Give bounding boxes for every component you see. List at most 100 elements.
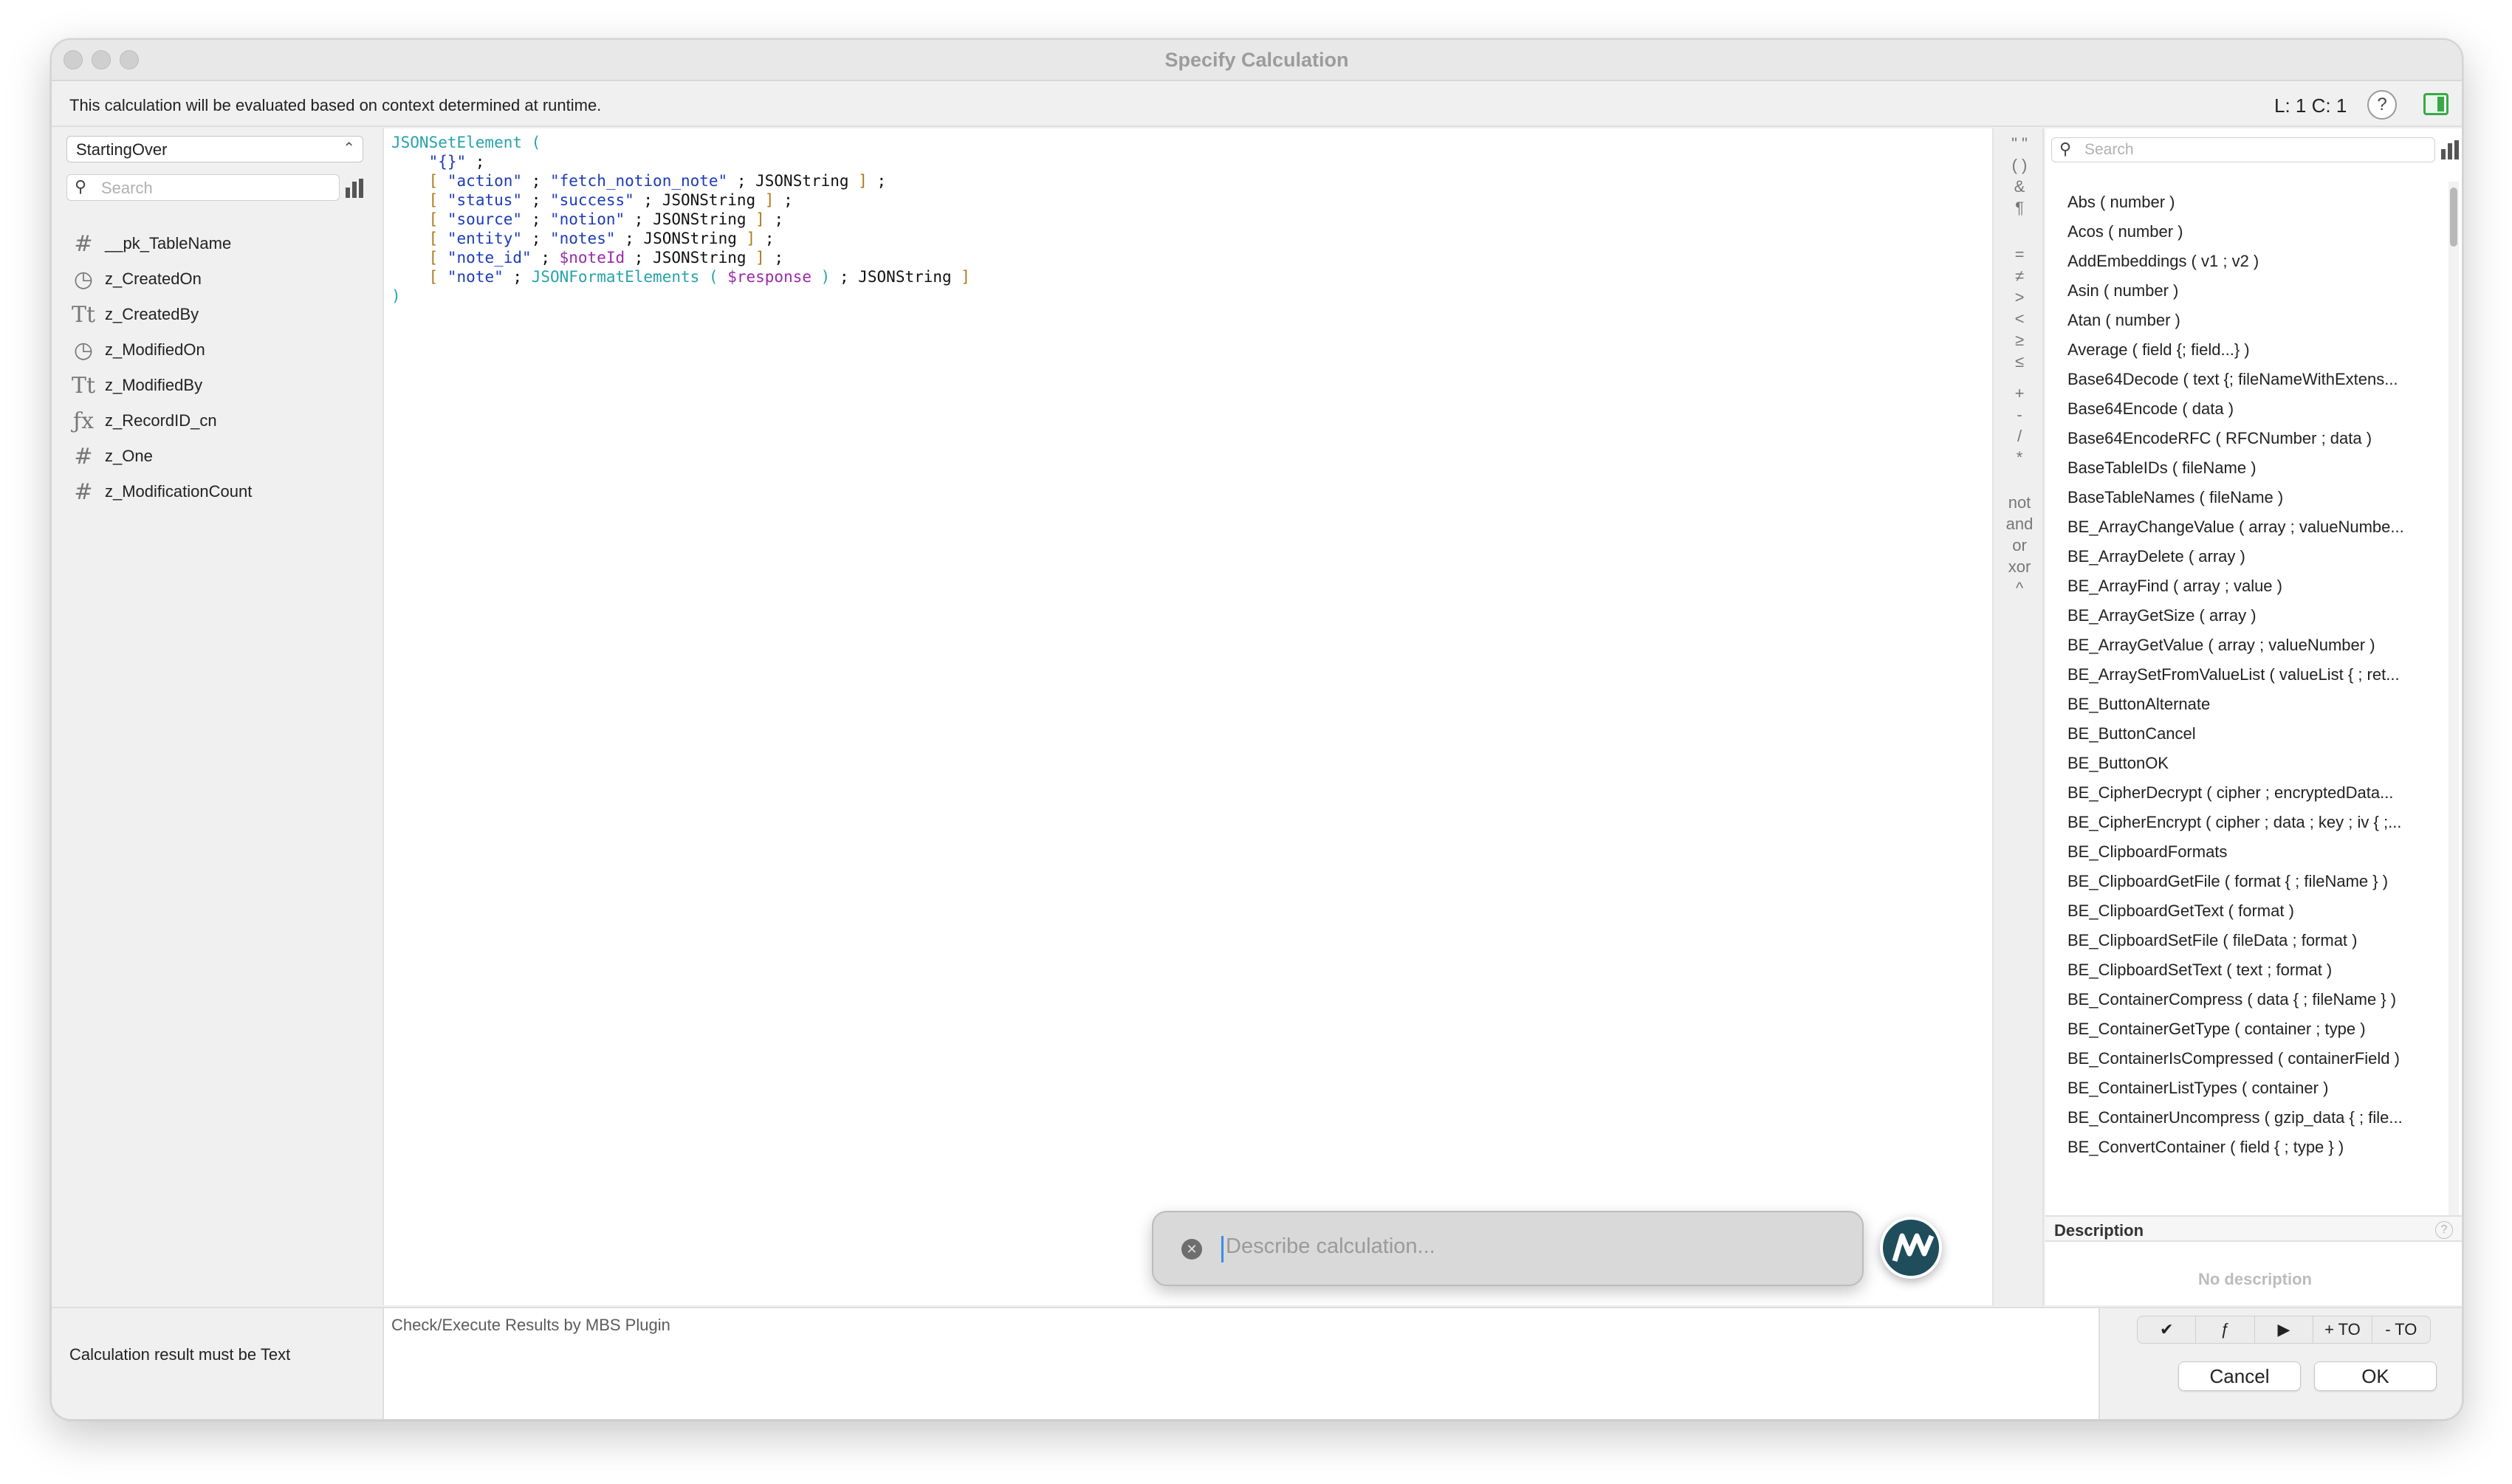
function-list-item[interactable]: BE_ContainerCompress ( data { ; fileName… [2067, 985, 2429, 1014]
sidebar-toggle-icon[interactable] [2423, 93, 2448, 115]
function-list-item[interactable]: Base64EncodeRFC ( RFCNumber ; data ) [2067, 424, 2429, 453]
field-row[interactable]: ƒx z_RecordID_cn [69, 403, 365, 439]
field-row[interactable]: ◷ z_CreatedOn [69, 261, 365, 297]
operator-button[interactable]: + [1994, 384, 2045, 403]
code-token: ; [522, 172, 550, 190]
operator-button[interactable]: and [1994, 515, 2045, 534]
function-search-input[interactable]: ⚲ Search [2051, 137, 2435, 162]
function-list-item[interactable]: AddEmbeddings ( v1 ; v2 ) [2067, 247, 2429, 276]
operator-button[interactable]: * [1994, 448, 2045, 467]
function-list-item[interactable]: BE_CipherEncrypt ( cipher ; data ; key ;… [2067, 808, 2429, 837]
function-list-item[interactable]: BE_ContainerListTypes ( container ) [2067, 1074, 2429, 1103]
code-token: ; [764, 249, 784, 267]
function-list-item[interactable]: BaseTableNames ( fileName ) [2067, 483, 2429, 512]
operator-button[interactable]: - [1994, 405, 2045, 425]
code-token: ] [961, 268, 970, 286]
function-list-item[interactable]: Asin ( number ) [2067, 276, 2429, 306]
operator-button[interactable]: ¶ [1994, 199, 2045, 218]
code-token: ; [531, 249, 560, 267]
remove-timeout-button[interactable]: - TO [2372, 1316, 2430, 1343]
scrollbar-thumb[interactable] [2450, 188, 2457, 247]
description-help-icon[interactable]: ? [2435, 1221, 2453, 1239]
function-list-item[interactable]: BE_ArrayDelete ( array ) [2067, 542, 2429, 571]
field-name: z_CreatedOn [105, 269, 202, 288]
field-row[interactable]: # __pk_TableName [69, 226, 365, 261]
function-list-scrollbar[interactable] [2448, 182, 2459, 1230]
add-timeout-button[interactable]: + TO [2313, 1316, 2372, 1343]
function-filter-bars-icon[interactable] [2441, 140, 2460, 159]
operator-button[interactable]: not [1994, 493, 2045, 512]
function-list-item[interactable]: BE_ArrayChangeValue ( array ; valueNumbe… [2067, 512, 2429, 542]
operator-button[interactable]: = [1994, 245, 2045, 264]
field-row[interactable]: ◷ z_ModifiedOn [69, 332, 365, 368]
function-list-item[interactable]: BE_ContainerUncompress ( gzip_data { ; f… [2067, 1103, 2429, 1133]
clear-icon[interactable]: ✕ [1181, 1239, 1202, 1260]
function-list-item[interactable]: BE_ButtonCancel [2067, 719, 2429, 749]
result-type-label: Calculation result must be Text [69, 1345, 291, 1364]
code-token: ) [820, 268, 831, 286]
number-icon: # [74, 230, 93, 257]
function-list-item[interactable]: BE_ArrayGetSize ( array ) [2067, 601, 2429, 631]
function-list-item[interactable]: BE_ClipboardGetText ( format ) [2067, 896, 2429, 926]
operator-button[interactable]: xor [1994, 557, 2045, 577]
function-list-item[interactable]: BE_ClipboardFormats [2067, 837, 2429, 867]
function-list-item[interactable]: BE_ArraySetFromValueList ( valueList { ;… [2067, 660, 2429, 690]
operator-button[interactable]: > [1994, 288, 2045, 307]
code-token: ; [867, 172, 887, 190]
help-button[interactable]: ? [2367, 90, 2397, 120]
field-row[interactable]: # z_One [69, 439, 365, 474]
operator-button[interactable]: ≠ [1994, 267, 2045, 286]
function-button[interactable]: ƒ [2196, 1316, 2255, 1343]
function-list-item[interactable]: Base64Encode ( data ) [2067, 394, 2429, 424]
cancel-button[interactable]: Cancel [2178, 1361, 2301, 1391]
operator-button[interactable]: ≥ [1994, 331, 2045, 350]
operator-button[interactable]: ^ [1994, 579, 2045, 598]
check-syntax-button[interactable]: ✔ [2138, 1316, 2197, 1343]
function-list-item[interactable]: BaseTableIDs ( fileName ) [2067, 453, 2429, 483]
function-list-item[interactable]: BE_ButtonOK [2067, 749, 2429, 778]
field-row[interactable]: # z_ModificationCount [69, 474, 365, 509]
function-list-item[interactable]: Average ( field {; field...} ) [2067, 335, 2429, 365]
code-token: "notes" [549, 230, 616, 247]
table-select[interactable]: StartingOver ⌃ [66, 136, 363, 162]
plugin-logo-icon[interactable] [1880, 1217, 1942, 1279]
function-list-item[interactable]: BE_ConvertContainer ( field { ; type } ) [2067, 1133, 2429, 1162]
field-name: z_ModifiedOn [105, 340, 205, 359]
function-list-item[interactable]: Base64Decode ( text {; fileNameWithExten… [2067, 365, 2429, 394]
sort-bars-icon[interactable] [346, 179, 365, 198]
function-list-item[interactable]: BE_ContainerGetType ( container ; type ) [2067, 1014, 2429, 1044]
function-list-item[interactable]: Acos ( number ) [2067, 217, 2429, 247]
function-list-item[interactable]: Abs ( number ) [2067, 188, 2429, 217]
field-row[interactable]: Tt z_ModifiedBy [69, 368, 365, 403]
results-pane[interactable]: Check/Execute Results by MBS Plugin [382, 1308, 2100, 1419]
field-list: # __pk_TableName ◷ z_CreatedOn Tt z_CreatedBy… [69, 226, 365, 509]
operator-button[interactable]: or [1994, 536, 2045, 555]
ok-button[interactable]: OK [2314, 1361, 2437, 1391]
function-list-item[interactable]: BE_ArrayGetValue ( array ; valueNumber ) [2067, 631, 2429, 660]
function-list-item[interactable]: Atan ( number ) [2067, 306, 2429, 335]
function-list-item[interactable]: BE_ClipboardGetFile ( format { ; fileNam… [2067, 867, 2429, 896]
operator-button[interactable]: ≤ [1994, 352, 2045, 371]
function-list-item[interactable]: BE_ButtonAlternate [2067, 690, 2429, 719]
field-search-input[interactable]: ⚲ Search [66, 174, 340, 201]
function-list-item[interactable]: BE_ClipboardSetFile ( fileData ; format … [2067, 926, 2429, 955]
code-line: [ "status" ; "success" ; JSONString ] ; [391, 190, 970, 210]
operator-button[interactable]: ( ) [1994, 156, 2045, 175]
operator-button[interactable]: < [1994, 309, 2045, 329]
describe-calculation-field[interactable]: ✕ Describe calculation... [1152, 1211, 1864, 1286]
function-list-item[interactable]: BE_CipherDecrypt ( cipher ; encryptedDat… [2067, 778, 2429, 808]
execute-button[interactable]: ▶ [2255, 1316, 2314, 1343]
function-list-item[interactable]: BE_ContainerIsCompressed ( containerFiel… [2067, 1044, 2429, 1074]
operator-button[interactable]: & [1994, 177, 2045, 196]
operator-button[interactable]: / [1994, 427, 2045, 446]
operator-button[interactable]: " " [1994, 134, 2045, 154]
calculation-code[interactable]: JSONSetElement ( "{}" ; [ "action" ; "fe… [391, 133, 970, 306]
function-list-item[interactable]: BE_ClipboardSetText ( text ; format ) [2067, 955, 2429, 985]
function-list-item[interactable]: BE_ArrayFind ( array ; value ) [2067, 571, 2429, 601]
calculation-editor[interactable]: JSONSetElement ( "{}" ; [ "action" ; "fe… [382, 128, 1992, 1305]
field-row[interactable]: Tt z_CreatedBy [69, 297, 365, 332]
